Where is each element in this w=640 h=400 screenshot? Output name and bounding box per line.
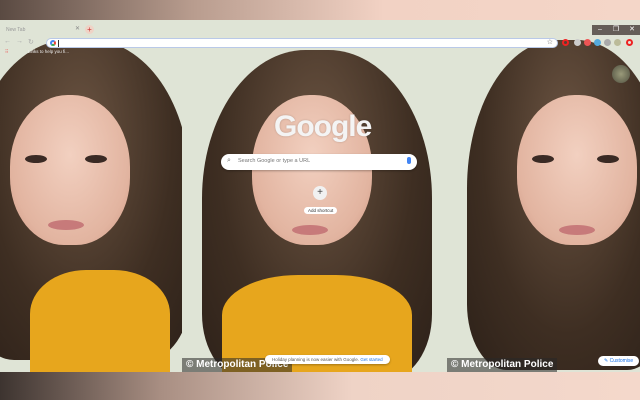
search-placeholder: Search Google or type a URL (238, 158, 311, 164)
tab-close-icon[interactable]: ✕ (75, 25, 80, 32)
tab-new-tab[interactable]: New Tab (0, 23, 95, 35)
close-button[interactable]: ✕ (624, 25, 640, 35)
apps-icon[interactable]: ⠿ (5, 49, 8, 55)
google-icon (50, 40, 56, 46)
minimize-button[interactable]: – (592, 25, 608, 35)
add-shortcut-button[interactable]: + (313, 186, 327, 200)
bookmark-star-icon[interactable]: ☆ (547, 38, 553, 46)
customise-button[interactable]: ✎ Customise (598, 356, 640, 366)
search-box[interactable]: ⌕ Search Google or type a URL (221, 154, 417, 170)
promo-link[interactable]: Get started (360, 357, 382, 362)
address-bar[interactable]: ☆ (46, 38, 558, 48)
theme-bottom-band (0, 372, 640, 400)
forward-icon[interactable]: → (16, 38, 23, 45)
bookmark-item[interactable]: Links to help you fi... (28, 49, 69, 54)
wallpaper-credit-right: © Metropolitan Police (447, 358, 558, 372)
search-icon: ⌕ (227, 157, 231, 164)
add-shortcut-label[interactable]: Add shortcut (304, 207, 338, 214)
extension-icon[interactable] (584, 39, 591, 46)
opera-extension-icon[interactable] (562, 39, 569, 46)
new-tab-button[interactable]: + (85, 25, 94, 34)
extension-icon[interactable] (594, 39, 601, 46)
google-logo: Google (274, 110, 372, 143)
back-icon[interactable]: ← (4, 38, 11, 45)
account-avatar[interactable] (612, 65, 630, 83)
wallpaper-panel-left (0, 20, 182, 372)
promo-banner: Holiday planning is now easier with Goog… (265, 355, 390, 364)
text-cursor (58, 40, 59, 47)
profile-icon[interactable] (614, 39, 621, 46)
extension-icon[interactable] (604, 39, 611, 46)
microphone-icon[interactable] (407, 157, 411, 164)
browser-window: © Metropolitan Police © Metropolitan Pol… (0, 20, 640, 372)
menu-icon[interactable] (626, 39, 633, 46)
customise-label: Customise (609, 358, 634, 364)
reload-icon[interactable]: ↻ (28, 38, 34, 46)
promo-text: Holiday planning is now easier with Goog… (272, 357, 360, 362)
extension-icon[interactable] (574, 39, 581, 46)
maximize-button[interactable]: ❐ (608, 25, 624, 35)
